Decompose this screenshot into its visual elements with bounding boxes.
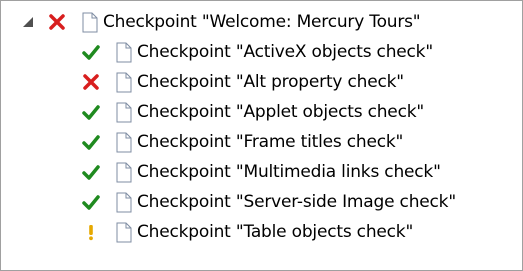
tree-node-label: Checkpoint "Frame titles check" — [137, 132, 404, 152]
tree-node-child[interactable]: Checkpoint "Table objects check" — [81, 217, 413, 247]
tree-node-child[interactable]: Checkpoint "ActiveX objects check" — [81, 37, 433, 67]
check-icon — [81, 132, 101, 152]
document-icon — [115, 101, 133, 123]
document-icon — [115, 41, 133, 63]
document-icon — [115, 131, 133, 153]
exclamation-icon — [81, 222, 101, 242]
check-icon — [81, 192, 101, 212]
x-icon — [47, 12, 67, 32]
checkpoint-tree: Checkpoint "Welcome: Mercury Tours" Chec… — [0, 0, 523, 271]
tree-node-child[interactable]: Checkpoint "Alt property check" — [81, 67, 404, 97]
tree-node-child[interactable]: Checkpoint "Multimedia links check" — [81, 157, 441, 187]
tree-node-label: Checkpoint "Server-side Image check" — [137, 192, 456, 212]
tree-node-label: Checkpoint "Multimedia links check" — [137, 162, 441, 182]
tree-node-label: Checkpoint "Table objects check" — [137, 222, 414, 242]
tree-node-child[interactable]: Checkpoint "Server-side Image check" — [81, 187, 456, 217]
tree-node-label: Checkpoint "Welcome: Mercury Tours" — [103, 12, 421, 32]
tree-node-label: Checkpoint "Alt property check" — [137, 72, 404, 92]
document-icon — [81, 11, 99, 33]
document-icon — [115, 221, 133, 243]
tree-node-child[interactable]: Checkpoint "Frame titles check" — [81, 127, 403, 157]
tree-node-child[interactable]: Checkpoint "Applet objects check" — [81, 97, 424, 127]
check-icon — [81, 42, 101, 62]
collapse-triangle-icon[interactable] — [21, 15, 35, 29]
tree-node-root[interactable]: Checkpoint "Welcome: Mercury Tours" — [21, 7, 421, 37]
tree-node-label: Checkpoint "ActiveX objects check" — [137, 42, 433, 62]
document-icon — [115, 71, 133, 93]
x-icon — [81, 72, 101, 92]
check-icon — [81, 162, 101, 182]
check-icon — [81, 102, 101, 122]
document-icon — [115, 191, 133, 213]
document-icon — [115, 161, 133, 183]
tree-node-label: Checkpoint "Applet objects check" — [137, 102, 424, 122]
